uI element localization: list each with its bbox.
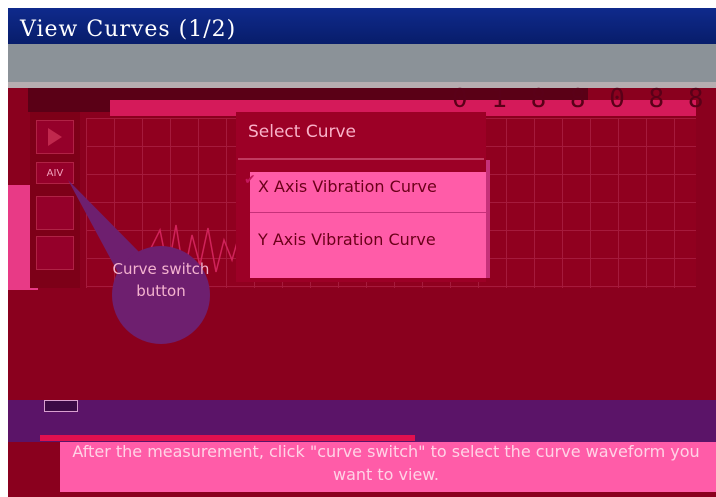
dialog-title: Select Curve	[248, 122, 357, 142]
option-x-axis-vibration-curve[interactable]: X Axis Vibration Curve	[258, 172, 486, 202]
play-icon	[48, 128, 62, 146]
dialog-divider	[238, 158, 484, 160]
battery-icon	[44, 400, 78, 412]
callout-text: Curve switch button	[112, 260, 210, 300]
option-divider	[250, 212, 488, 213]
list-scrollbar[interactable]	[486, 160, 490, 278]
option-y-axis-vibration-curve[interactable]: Y Axis Vibration Curve	[258, 225, 486, 255]
header-bar	[8, 44, 716, 82]
readout-digits: 0 1 8 8 0 8 8	[452, 84, 708, 114]
instruction-text: After the measurement, click "curve swit…	[72, 442, 700, 484]
selected-check-icon: ✔	[244, 172, 256, 188]
